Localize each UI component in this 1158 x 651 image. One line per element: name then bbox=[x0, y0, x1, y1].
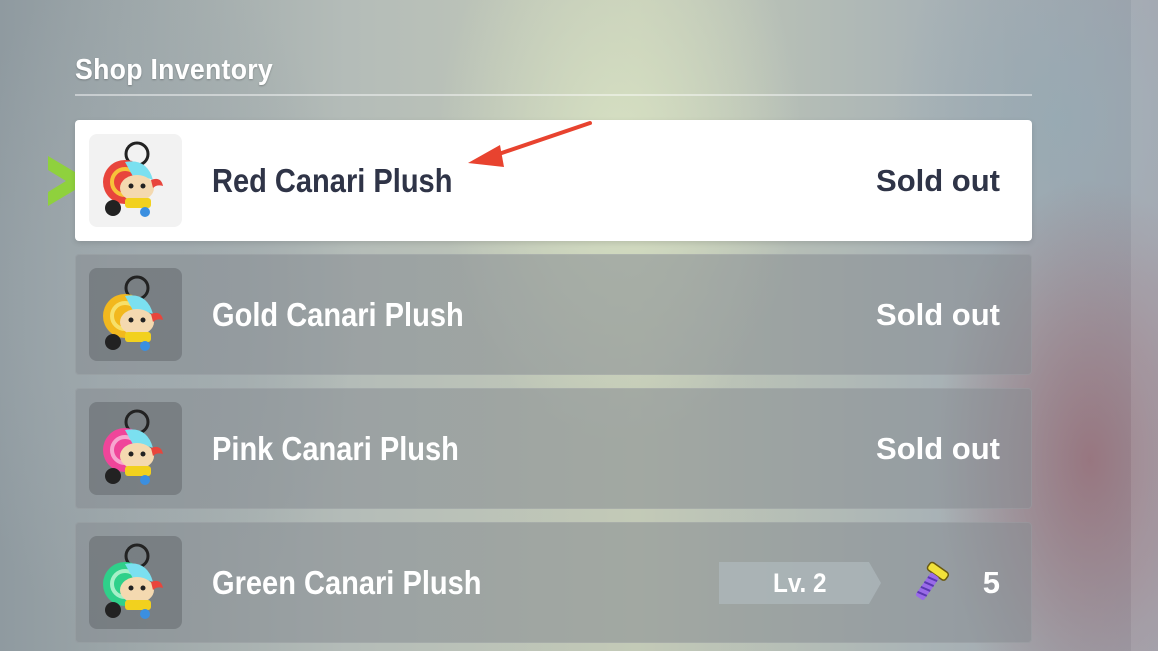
gold-canari-plush-icon bbox=[103, 275, 163, 351]
page-title: Shop Inventory bbox=[75, 54, 274, 86]
shop-item-gold-canari-plush[interactable]: Gold Canari Plush Sold out bbox=[75, 254, 1032, 375]
item-name: Gold Canari Plush bbox=[212, 296, 464, 333]
item-name: Pink Canari Plush bbox=[212, 430, 459, 467]
pink-canari-plush-icon bbox=[103, 409, 163, 485]
item-thumbnail bbox=[89, 268, 182, 361]
shop-item-pink-canari-plush[interactable]: Pink Canari Plush Sold out bbox=[75, 388, 1032, 509]
level-requirement-badge: Lv. 2 bbox=[719, 562, 881, 604]
screw-icon bbox=[915, 561, 950, 601]
annotation-arrow-icon bbox=[468, 121, 592, 167]
item-price: 5 bbox=[982, 565, 1000, 600]
background-panel-edge bbox=[1131, 0, 1158, 651]
green-canari-plush-icon bbox=[103, 543, 163, 619]
item-thumbnail bbox=[89, 536, 182, 629]
item-status: Sold out bbox=[876, 431, 1000, 466]
item-name: Red Canari Plush bbox=[212, 162, 453, 199]
item-name: Green Canari Plush bbox=[212, 564, 482, 601]
shop-header: Shop Inventory bbox=[75, 54, 1032, 96]
level-label: Lv. 2 bbox=[773, 568, 827, 598]
shop-item-green-canari-plush[interactable]: Green Canari Plush Lv. 2 5 bbox=[75, 522, 1032, 643]
item-thumbnail bbox=[89, 402, 182, 495]
item-status: Sold out bbox=[876, 163, 1000, 198]
item-status: Sold out bbox=[876, 297, 1000, 332]
red-canari-plush-icon bbox=[103, 141, 163, 217]
item-thumbnail bbox=[89, 134, 182, 227]
